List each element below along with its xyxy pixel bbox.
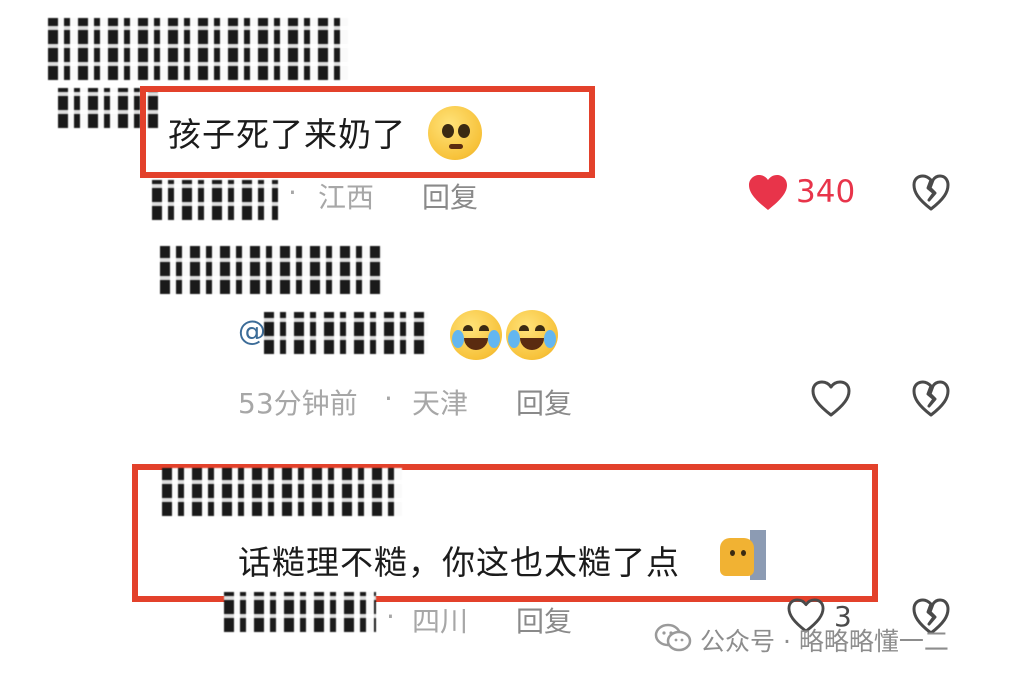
heart-filled-icon[interactable] bbox=[747, 174, 789, 212]
reply-button[interactable]: 回复 bbox=[516, 382, 572, 422]
comment-text: 话糙理不糙，你这也太糙了点 bbox=[238, 543, 680, 582]
dislike-icon[interactable] bbox=[911, 174, 951, 212]
like-count: 340 bbox=[796, 174, 856, 210]
tears-of-joy-emoji bbox=[506, 310, 558, 360]
meta-separator: · bbox=[288, 176, 297, 209]
reply-button[interactable]: 回复 bbox=[422, 176, 478, 216]
reply-location: 天津 bbox=[412, 387, 469, 420]
wechat-icon bbox=[654, 622, 692, 658]
tears-of-joy-emoji bbox=[450, 310, 502, 360]
redacted-mention-name bbox=[264, 312, 428, 354]
redacted-username bbox=[152, 180, 278, 220]
like-icon[interactable] bbox=[810, 380, 852, 418]
redacted-username bbox=[224, 592, 376, 632]
dislike-icon[interactable] bbox=[911, 380, 951, 418]
redacted-username bbox=[48, 18, 348, 80]
comment-location: 江西 bbox=[318, 181, 375, 214]
reply-time: 53分钟前 bbox=[238, 387, 358, 420]
cat-peeking-emoji bbox=[720, 530, 768, 580]
redacted-username bbox=[160, 246, 382, 294]
mention-at: @ bbox=[238, 314, 266, 347]
comment-location: 四川 bbox=[412, 605, 469, 638]
pleading-face-emoji bbox=[428, 106, 482, 160]
wechat-watermark: 公众号 · 略略略懂一二 bbox=[654, 622, 949, 658]
reply-button[interactable]: 回复 bbox=[516, 600, 572, 640]
meta-separator: · bbox=[384, 382, 393, 415]
watermark-text: 公众号 · 略略略懂一二 bbox=[700, 627, 949, 656]
meta-separator: · bbox=[386, 600, 395, 633]
redacted-username bbox=[162, 468, 402, 516]
comment-text: 孩子死了来奶了 bbox=[168, 115, 406, 154]
